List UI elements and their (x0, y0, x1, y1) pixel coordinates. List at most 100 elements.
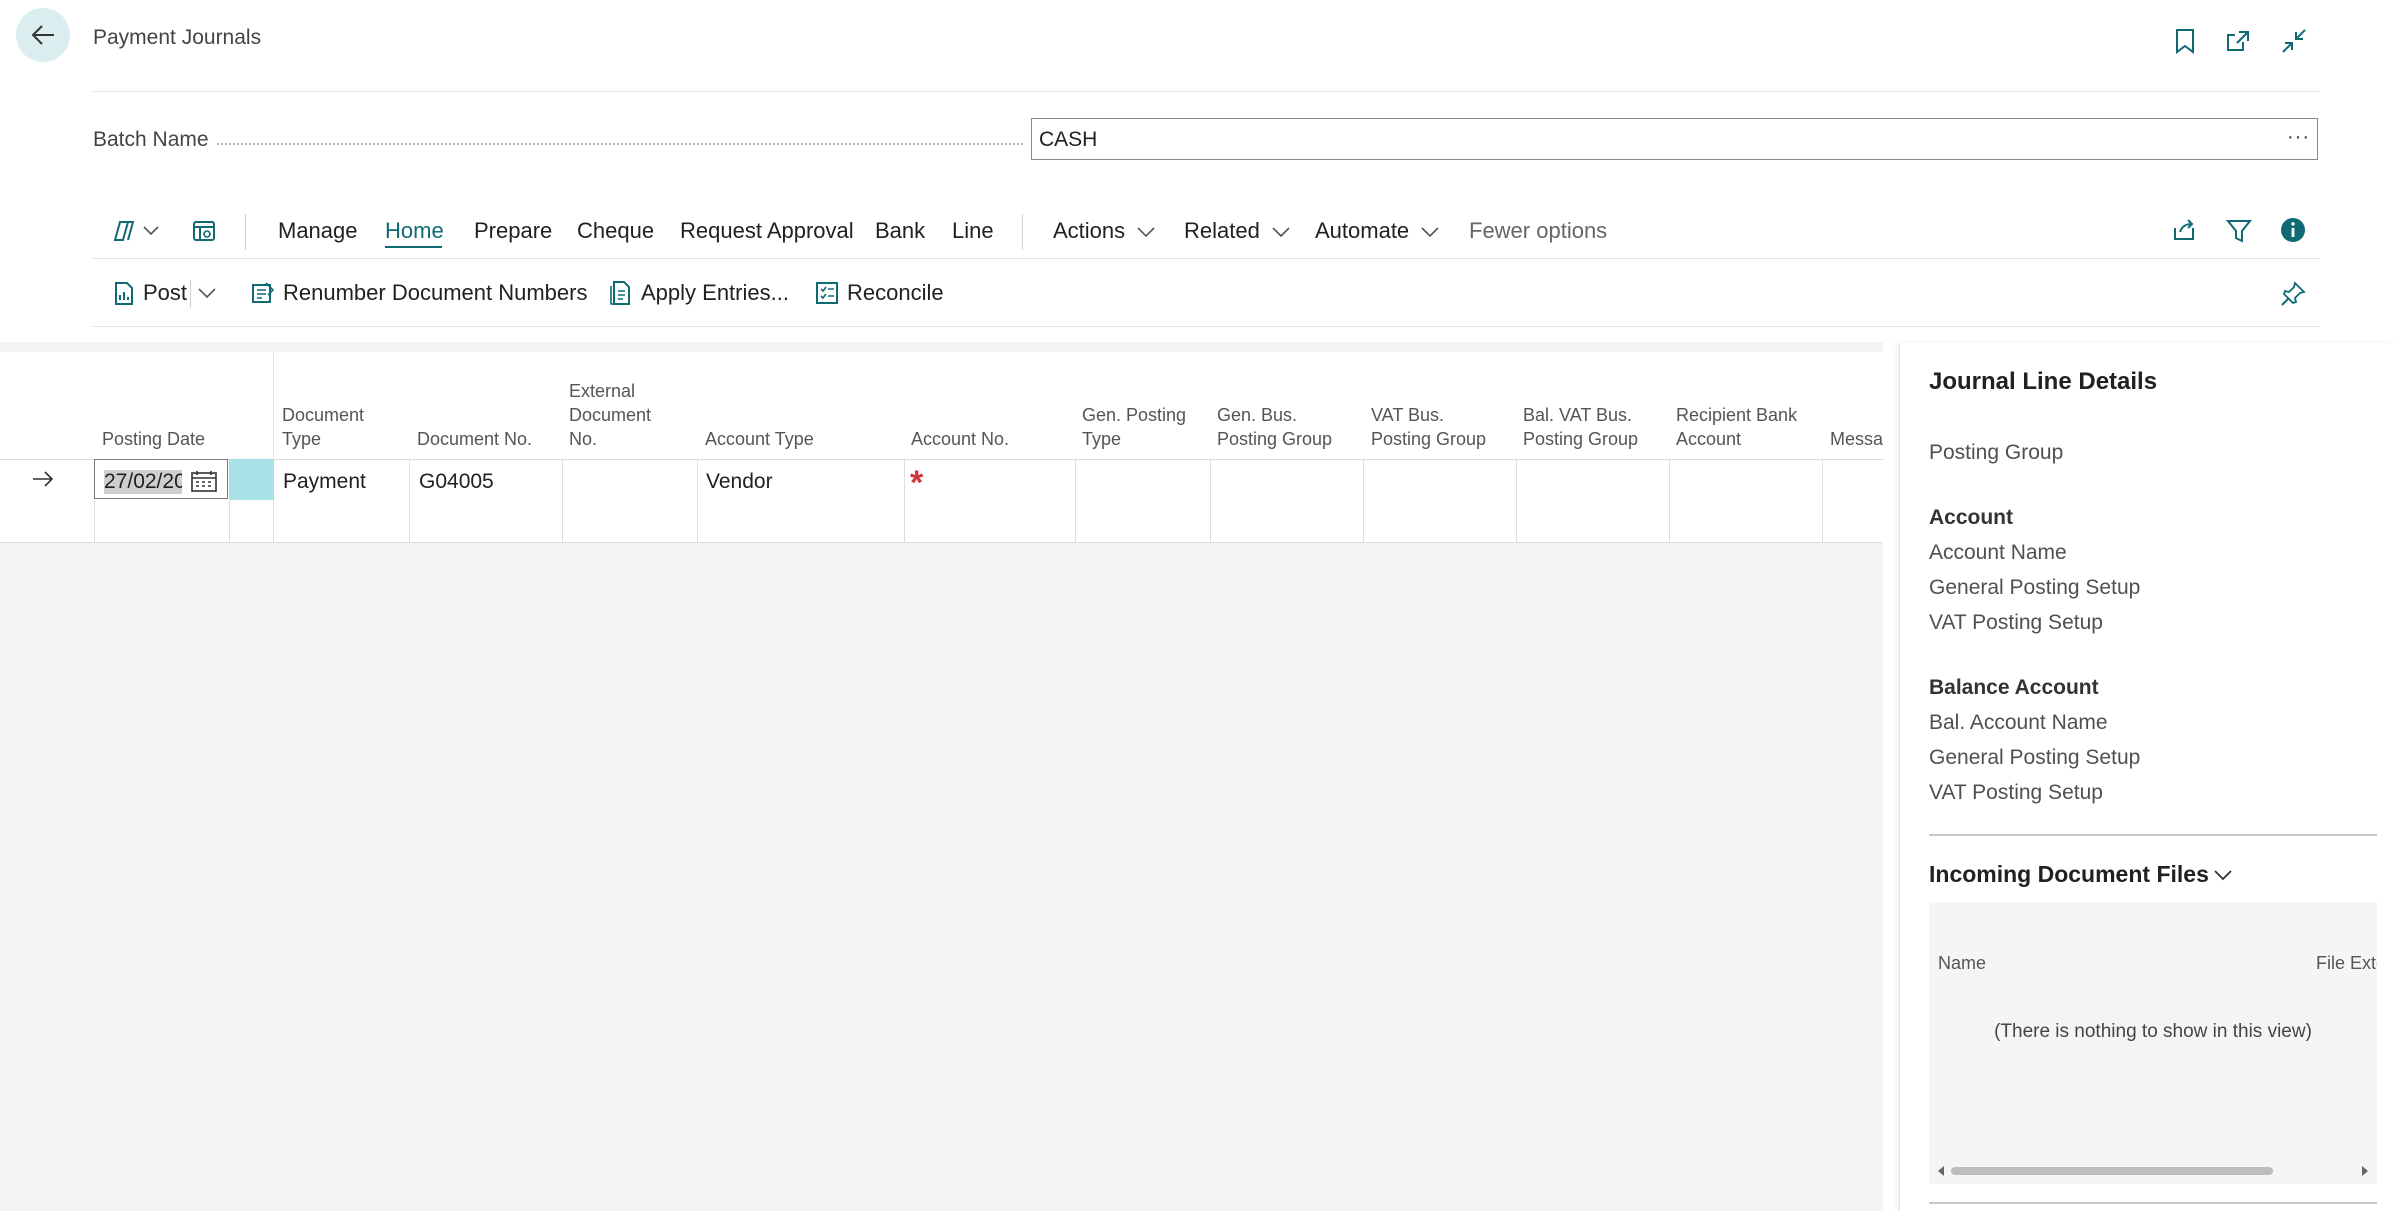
actions-menu-label: Actions (1053, 218, 1126, 243)
calendar-icon (191, 470, 217, 492)
column-header-gen-bus-posting-group[interactable]: Gen. Bus. Posting Group (1217, 403, 1332, 451)
column-header-message[interactable]: Messa (1830, 427, 1883, 451)
search-table-icon (191, 218, 217, 244)
account-section-heading: Account (1929, 506, 2013, 529)
column-header-account-no[interactable]: Account No. (911, 427, 1009, 451)
automate-menu-label: Automate (1315, 218, 1410, 243)
copilot-icon (111, 218, 137, 244)
chevron-down-icon (1272, 227, 1290, 238)
arrow-right-icon (32, 470, 54, 488)
factbox-divider (1929, 834, 2377, 836)
fewer-options-button[interactable]: Fewer options (1469, 218, 1607, 244)
account-vat-posting-setup-link[interactable]: VAT Posting Setup (1929, 611, 2103, 635)
bal-account-name-link[interactable]: Bal. Account Name (1929, 711, 2108, 735)
post-dropdown-button[interactable] (198, 288, 216, 298)
balance-account-section-heading: Balance Account (1929, 676, 2099, 699)
account-type-cell[interactable]: Vendor (706, 470, 773, 494)
collapse-button[interactable] (2277, 24, 2311, 58)
reconcile-button[interactable]: Reconcile (815, 280, 944, 306)
batch-name-input[interactable] (1031, 118, 2318, 160)
automate-menu[interactable]: Automate (1315, 218, 1439, 244)
header-divider (93, 91, 2320, 92)
posting-group-link[interactable]: Posting Group (1929, 441, 2063, 465)
chevron-down-icon (143, 226, 159, 236)
active-tab-underline (385, 246, 442, 248)
posting-date-value: 27/02/2025 (104, 470, 182, 494)
selected-cell-highlight (229, 459, 274, 500)
post-icon (113, 280, 135, 306)
account-name-link[interactable]: Account Name (1929, 541, 2067, 565)
column-header-document-type[interactable]: Document Type (282, 403, 364, 451)
tab-prepare[interactable]: Prepare (474, 218, 552, 244)
filter-button[interactable] (2226, 218, 2252, 244)
incoming-document-files-title: Incoming Document Files (1929, 861, 2209, 887)
open-new-window-button[interactable] (2221, 24, 2255, 58)
back-button[interactable] (16, 8, 70, 62)
incoming-document-files-toggle[interactable]: Incoming Document Files (1929, 861, 2233, 888)
actionbar-separator (93, 258, 2320, 259)
column-header-bal-vat-bus-posting-group[interactable]: Bal. VAT Bus. Posting Group (1523, 403, 1638, 451)
tab-request-approval[interactable]: Request Approval (680, 218, 854, 244)
chevron-down-icon (198, 288, 216, 298)
share-button[interactable] (2171, 218, 2197, 242)
post-button[interactable]: Post (113, 280, 187, 306)
tab-manage[interactable]: Manage (278, 218, 358, 244)
batch-name-more-button[interactable]: ··· (2287, 126, 2310, 149)
caret-right-icon (2360, 1165, 2370, 1177)
batch-name-value: CASH (1039, 128, 1098, 151)
column-header-file-extension[interactable]: File Exte (2316, 953, 2377, 974)
column-header-account-type[interactable]: Account Type (705, 427, 814, 451)
column-header-name[interactable]: Name (1938, 953, 1986, 974)
info-icon (2280, 217, 2306, 243)
journal-lines-header: Posting Date Document Type Document No. E… (0, 352, 1883, 459)
column-header-vat-bus-posting-group[interactable]: VAT Bus. Posting Group (1371, 403, 1486, 451)
column-header-document-no[interactable]: Document No. (417, 427, 532, 451)
caret-left-icon (1936, 1165, 1946, 1177)
renumber-document-numbers-button[interactable]: Renumber Document Numbers (251, 280, 587, 306)
search-table-button[interactable] (191, 218, 217, 244)
account-general-posting-setup-link[interactable]: General Posting Setup (1929, 576, 2140, 600)
table-row[interactable] (0, 501, 1883, 543)
pin-button[interactable] (2280, 281, 2306, 307)
column-header-recipient-bank-account[interactable]: Recipient Bank Account (1676, 403, 1797, 451)
reconcile-label: Reconcile (847, 280, 944, 305)
apply-entries-button[interactable]: Apply Entries... (609, 280, 789, 306)
tab-cheque[interactable]: Cheque (577, 218, 654, 244)
column-header-gen-posting-type[interactable]: Gen. Posting Type (1082, 403, 1186, 451)
batch-name-dotted-leader (93, 143, 1023, 145)
bookmark-button[interactable] (2168, 24, 2202, 58)
bal-vat-posting-setup-link[interactable]: VAT Posting Setup (1929, 781, 2103, 805)
tab-home[interactable]: Home (385, 218, 444, 244)
home-actions-separator (93, 326, 2320, 327)
batch-name-label: Batch Name (93, 128, 215, 152)
reconcile-icon (815, 281, 839, 305)
chevron-down-icon (2213, 869, 2233, 881)
document-type-cell[interactable]: Payment (283, 470, 366, 494)
copilot-button[interactable] (111, 218, 159, 244)
document-no-cell[interactable]: G04005 (419, 470, 494, 494)
chevron-down-icon (1137, 227, 1155, 238)
chevron-down-icon (1421, 227, 1439, 238)
page-title: Payment Journals (93, 26, 262, 49)
actions-menu[interactable]: Actions (1053, 218, 1155, 244)
horizontal-scrollbar-thumb[interactable] (1951, 1167, 2273, 1175)
current-row-indicator (32, 470, 54, 488)
pin-icon (2280, 281, 2306, 307)
info-button[interactable] (2280, 217, 2306, 243)
bal-general-posting-setup-link[interactable]: General Posting Setup (1929, 746, 2140, 770)
column-header-posting-date[interactable]: Posting Date (102, 427, 205, 451)
filter-icon (2226, 218, 2252, 244)
scroll-right-button[interactable] (2360, 1165, 2370, 1177)
scroll-left-button[interactable] (1936, 1165, 1946, 1177)
account-no-required-marker[interactable]: * (910, 466, 923, 500)
calendar-button[interactable] (191, 470, 217, 492)
related-menu[interactable]: Related (1184, 218, 1290, 244)
back-arrow-icon (29, 21, 57, 49)
open-new-window-icon (2225, 29, 2251, 53)
actionbar-divider (1022, 214, 1023, 250)
renumber-label: Renumber Document Numbers (283, 280, 588, 305)
collapse-icon (2281, 28, 2307, 54)
tab-bank[interactable]: Bank (875, 218, 925, 244)
tab-line[interactable]: Line (952, 218, 994, 244)
column-header-external-document-no[interactable]: External Document No. (569, 379, 651, 451)
